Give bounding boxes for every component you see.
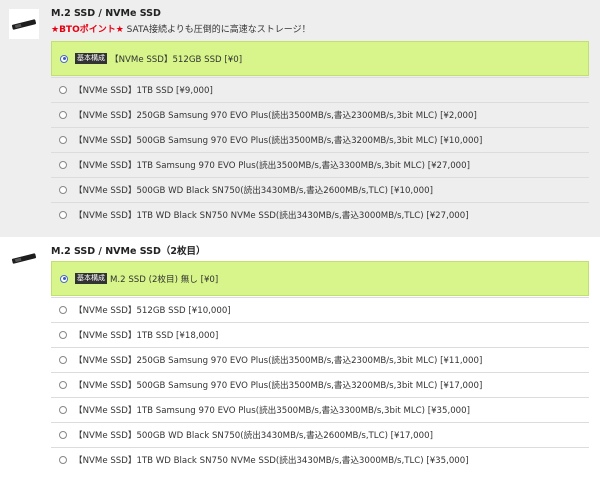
radio-button[interactable] <box>59 331 67 339</box>
radio-button[interactable] <box>59 306 67 314</box>
radio-button[interactable] <box>59 381 67 389</box>
option-label: 【NVMe SSD】500GB Samsung 970 EVO Plus(読出3… <box>74 136 483 146</box>
option-basic-config[interactable]: 基本構成 M.2 SSD (2枚目) 無し [¥0] <box>51 261 589 296</box>
radio-button[interactable] <box>59 456 67 464</box>
ssd-section-1: M.2 SSD / NVMe SSD ★BTOポイント★ SATA接続よりも圧倒… <box>0 0 600 237</box>
radio-button[interactable] <box>59 431 67 439</box>
section-title: M.2 SSD / NVMe SSD（2枚目） <box>51 246 206 257</box>
radio-button[interactable] <box>59 111 67 119</box>
option-item[interactable]: 【NVMe SSD】1TB Samsung 970 EVO Plus(読出350… <box>51 397 589 422</box>
radio-button[interactable] <box>59 86 67 94</box>
option-item[interactable]: 【NVMe SSD】500GB Samsung 970 EVO Plus(読出3… <box>51 372 589 397</box>
option-label: 【NVMe SSD】250GB Samsung 970 EVO Plus(読出3… <box>74 111 477 121</box>
radio-button[interactable] <box>59 136 67 144</box>
basic-config-badge: 基本構成 <box>75 273 107 284</box>
option-label: M.2 SSD (2枚目) 無し [¥0] <box>110 274 219 285</box>
option-item[interactable]: 【NVMe SSD】512GB SSD [¥10,000] <box>51 297 589 322</box>
option-item[interactable]: 【NVMe SSD】1TB Samsung 970 EVO Plus(読出350… <box>51 152 589 177</box>
radio-button[interactable] <box>59 186 67 194</box>
option-label: 【NVMe SSD】1TB SSD [¥18,000] <box>74 331 219 341</box>
option-label: 【NVMe SSD】500GB WD Black SN750(読出3430MB/… <box>74 186 433 196</box>
option-label: 【NVMe SSD】1TB Samsung 970 EVO Plus(読出350… <box>74 161 470 171</box>
option-item[interactable]: 【NVMe SSD】500GB Samsung 970 EVO Plus(読出3… <box>51 127 589 152</box>
option-label: 【NVMe SSD】512GB SSD [¥10,000] <box>74 306 231 316</box>
m2-ssd-icon <box>11 18 37 30</box>
radio-selected[interactable] <box>60 274 68 283</box>
option-label: 【NVMe SSD】250GB Samsung 970 EVO Plus(読出3… <box>74 356 483 366</box>
m2-ssd-icon <box>11 252 37 264</box>
option-item[interactable]: 【NVMe SSD】1TB WD Black SN750 NVMe SSD(読出… <box>51 447 589 472</box>
promo-star-label: ★BTOポイント★ <box>51 25 124 35</box>
option-label: 【NVMe SSD】500GB WD Black SN750(読出3430MB/… <box>74 431 433 441</box>
option-label: 【NVMe SSD】500GB Samsung 970 EVO Plus(読出3… <box>74 381 483 391</box>
promo-text: ★BTOポイント★ SATA接続よりも圧倒的に高速なストレージ！ <box>51 22 311 35</box>
basic-config-badge: 基本構成 <box>75 53 107 64</box>
option-item[interactable]: 【NVMe SSD】500GB WD Black SN750(読出3430MB/… <box>51 177 589 202</box>
radio-button[interactable] <box>59 211 67 219</box>
option-item[interactable]: 【NVMe SSD】1TB SSD [¥9,000] <box>51 77 589 102</box>
option-label: 【NVMe SSD】1TB WD Black SN750 NVMe SSD(読出… <box>74 211 469 221</box>
option-item[interactable]: 【NVMe SSD】250GB Samsung 970 EVO Plus(読出3… <box>51 347 589 372</box>
promo-description: SATA接続よりも圧倒的に高速なストレージ！ <box>123 25 311 35</box>
radio-button[interactable] <box>59 356 67 364</box>
option-basic-config[interactable]: 基本構成 【NVMe SSD】512GB SSD [¥0] <box>51 41 589 76</box>
radio-selected[interactable] <box>60 54 68 63</box>
option-label: 【NVMe SSD】512GB SSD [¥0] <box>110 54 243 65</box>
option-item[interactable]: 【NVMe SSD】250GB Samsung 970 EVO Plus(読出3… <box>51 102 589 127</box>
option-label: 【NVMe SSD】1TB Samsung 970 EVO Plus(読出350… <box>74 406 470 416</box>
option-item[interactable]: 【NVMe SSD】1TB WD Black SN750 NVMe SSD(読出… <box>51 202 589 227</box>
ssd-thumbnail <box>9 9 39 39</box>
section-title: M.2 SSD / NVMe SSD <box>51 8 161 19</box>
ssd-thumbnail <box>9 243 39 273</box>
option-item[interactable]: 【NVMe SSD】1TB SSD [¥18,000] <box>51 322 589 347</box>
option-label: 【NVMe SSD】1TB WD Black SN750 NVMe SSD(読出… <box>74 456 469 466</box>
radio-button[interactable] <box>59 161 67 169</box>
ssd-section-2: M.2 SSD / NVMe SSD（2枚目） 基本構成 M.2 SSD (2枚… <box>0 237 600 477</box>
radio-button[interactable] <box>59 406 67 414</box>
option-item[interactable]: 【NVMe SSD】500GB WD Black SN750(読出3430MB/… <box>51 422 589 447</box>
option-label: 【NVMe SSD】1TB SSD [¥9,000] <box>74 86 213 96</box>
